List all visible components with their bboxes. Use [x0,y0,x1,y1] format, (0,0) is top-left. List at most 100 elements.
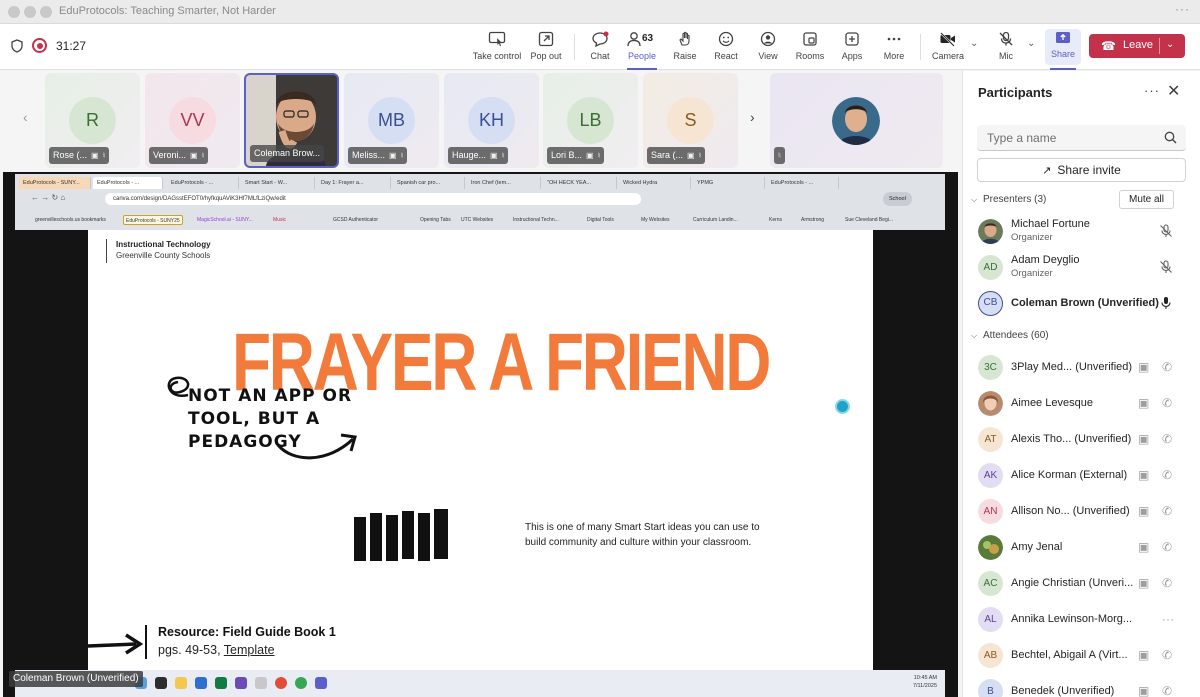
next-tiles-chevron-icon[interactable]: › [750,109,755,125]
previous-tiles-chevron-icon[interactable]: ‹ [23,109,28,125]
participant-row[interactable]: AB Bechtel, Abigail A (Virt... ▣ ✆ [963,638,1200,674]
participant-row[interactable]: Amy Jenal ▣ ✆ [963,530,1200,566]
window-menu-icon[interactable]: ··· [1175,2,1190,16]
participant-tile[interactable]: VV Veroni... ▣ ♮ [145,73,240,168]
chat-button[interactable]: Chat [585,28,615,66]
participant-tile[interactable]: KH Hauge... ▣ ♮ [444,73,539,168]
avatar: 3C [978,355,1003,380]
participant-tile[interactable]: MB Meliss... ▣ ♮ [344,73,439,168]
mic-off-icon [999,31,1013,46]
participant-row[interactable]: B Benedek (Unverified) ▣ ✆ [963,674,1200,697]
close-panel-icon[interactable]: ✕ [1167,81,1180,101]
participant-role: Organizer [1011,268,1053,279]
avatar: AL [978,607,1003,632]
rooms-button[interactable]: Rooms [794,28,826,66]
participant-row[interactable]: 3C 3Play Med... (Unverified) ▣ ✆ [963,350,1200,386]
mic-off-icon: ♮ [501,151,505,160]
participant-row[interactable]: AN Allison No... (Unverified) ▣ ✆ [963,494,1200,530]
mic-button[interactable]: Mic [992,28,1020,66]
participant-tile[interactable]: R Rose (... ▣ ♮ [45,73,140,168]
browser-chrome: EduProtocols - SUNY... EduProtocols - ..… [15,174,945,230]
camera-off-icon: ▣ [190,151,198,160]
maximize-window-button[interactable] [40,6,52,18]
taskbar-app-icon [215,677,227,689]
more-icon [887,37,901,41]
more-label: More [883,51,905,61]
view-button[interactable]: View [753,28,783,66]
take-control-button[interactable]: Take control [470,28,524,66]
mic-on-icon[interactable] [1160,296,1172,310]
rooms-label: Rooms [795,51,825,61]
template-link: Template [223,643,275,657]
participant-name-suffix: (Unverified) [1075,361,1133,373]
share-button[interactable]: Share [1047,28,1079,70]
participant-row[interactable]: AD Adam Deyglio Organizer [963,250,1200,286]
participant-tile[interactable]: S Sara (... ▣ ♮ [643,73,738,168]
mute-all-button[interactable]: Mute all [1119,190,1174,209]
participant-row[interactable]: Michael Fortune Organizer [963,214,1200,250]
leave-options-chevron-icon[interactable]: ⌄ [1166,39,1174,50]
participant-name-text: Aimee Levesque [1011,397,1093,409]
participant-name-suffix: (Virt... [1098,649,1128,661]
participant-tile[interactable]: LB Lori B... ▣ ♮ [543,73,638,168]
collapse-chevron-icon: ⌵ [971,195,978,204]
phone-icon: ✆ [1162,504,1173,518]
people-button[interactable]: 63 People [624,28,660,70]
more-button[interactable]: More [879,28,909,66]
raise-hand-button[interactable]: Raise [670,28,700,66]
browser-tab: YPMG [693,177,765,189]
participant-name: Amy Jenal [1011,541,1062,553]
browser-address-bar: canva.com/design/DAGsstEFOT0/hyfkquAViK3… [105,193,641,205]
pop-out-button[interactable]: Pop out [528,28,564,66]
taskbar-app-icon [275,677,287,689]
mic-off-icon[interactable] [1159,260,1173,274]
participant-row[interactable]: AC Angie Christian (Unveri... ▣ ✆ [963,566,1200,602]
leave-button[interactable]: ☎ Leave ⌄ [1089,34,1185,58]
participant-row[interactable]: AT Alexis Tho... (Unverified) ▣ ✆ [963,422,1200,458]
presentation-slide: Instructional Technology Greenville Coun… [88,230,873,670]
participants-panel: Participants ··· ✕ ↗ Share invite ⌵ Presen… [962,71,1200,697]
pop-out-icon [538,31,554,47]
participant-row[interactable]: AK Alice Korman (External) ▣ ✆ [963,458,1200,494]
participant-name-text: Annika Lewinson-Morg... [1011,613,1133,625]
self-view-tile[interactable]: ♮ [770,73,943,168]
participant-row[interactable]: Aimee Levesque ▣ ✆ [963,386,1200,422]
shared-screen[interactable]: EduProtocols - SUNY... EduProtocols - ..… [3,172,958,697]
mic-label: Mic [999,51,1013,61]
participant-name-suffix: (External) [1079,469,1128,481]
camera-options-chevron-icon[interactable]: ⌄ [970,38,978,49]
participant-name: Annika Lewinson-Morg... [1011,613,1132,625]
resource-pages: pgs. 49-53, Template [158,643,275,657]
taskbar-app-icon [235,677,247,689]
react-button[interactable]: React [711,28,741,66]
mic-off-icon[interactable] [1159,224,1173,238]
phone-hangup-icon: ☎ [1101,39,1116,53]
apps-button[interactable]: Apps [838,28,866,66]
camera-button[interactable]: Camera [930,28,966,66]
avatar: LB [567,97,614,144]
participant-row[interactable]: CB Coleman Brown (Unverified) [963,286,1200,322]
participant-name-text: 3Play Med... [1011,361,1073,373]
avatar: KH [468,97,515,144]
mic-off-icon: ♮ [102,151,106,160]
participant-row[interactable]: AL Annika Lewinson-Morg... ··· [963,602,1200,638]
attendees-section-header[interactable]: ⌵ Attendees (60) [971,330,1049,341]
tally-marks-icon [354,509,448,561]
mic-options-chevron-icon[interactable]: ⌄ [1027,38,1035,49]
minimize-window-button[interactable] [24,6,36,18]
participant-name-text: Bechtel, Abigail A [1011,649,1096,661]
participant-name-text: Amy Jenal [1011,541,1063,553]
share-invite-button[interactable]: ↗ Share invite [977,158,1186,182]
panel-more-icon[interactable]: ··· [1144,83,1160,98]
participant-search-input[interactable] [977,125,1186,151]
take-control-label: Take control [472,51,522,61]
participant-tile-video[interactable]: Coleman Brow... [244,73,339,168]
bookmark: EduProtocols - SUNY25 [123,215,183,225]
bookmark: greenvilleschools.us bookmarks [35,217,106,223]
close-window-button[interactable] [8,6,20,18]
taskbar-app-icon [255,677,267,689]
more-options-icon[interactable]: ··· [1162,612,1174,626]
presenters-section-header[interactable]: ⌵ Presenters (3) [971,194,1046,205]
mic-off-icon: ♮ [597,151,601,160]
view-label: View [758,51,778,61]
